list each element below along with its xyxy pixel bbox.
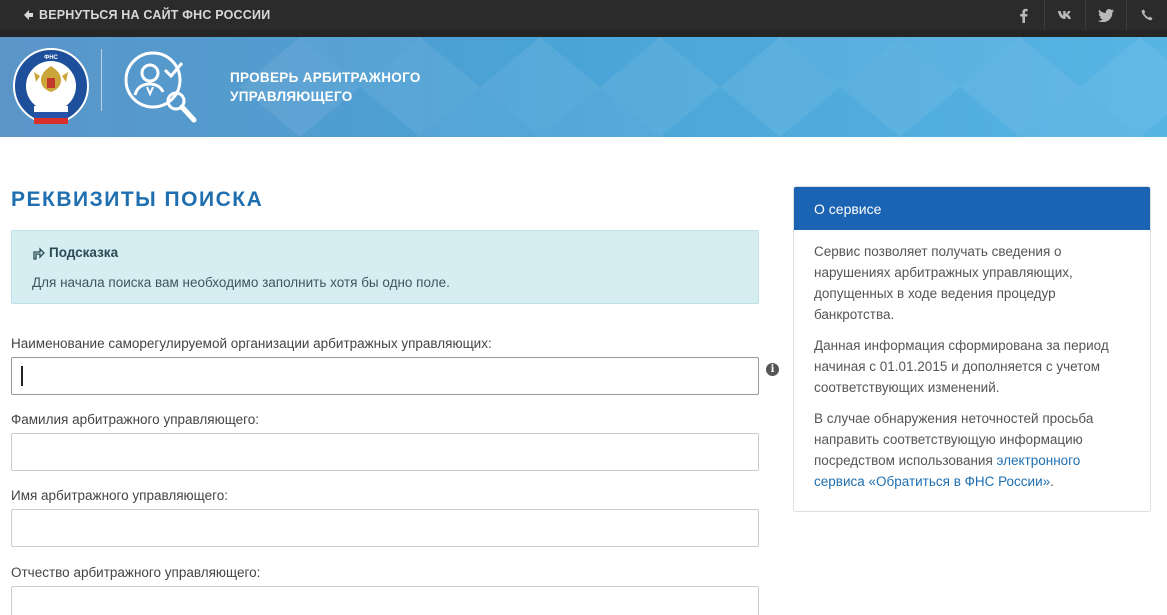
patronymic-label: Отчество арбитражного управляющего: [11, 565, 261, 580]
surname-label: Фамилия арбитражного управляющего: [11, 412, 260, 427]
arrow-left-icon [24, 10, 33, 20]
facebook-icon[interactable] [1003, 0, 1044, 30]
first-name-input[interactable] [11, 509, 759, 547]
topbar-strip [0, 30, 1167, 37]
about-paragraph-2: Данная информация сформирована за период… [814, 338, 1109, 395]
first-name-label: Имя арбитражного управляющего: [11, 488, 229, 503]
surname-input[interactable] [11, 433, 759, 471]
service-title: ПРОВЕРЬ АРБИТРАЖНОГО УПРАВЛЯЮЩЕГО [230, 68, 421, 106]
hint-text: Для начала поиска вам необходимо заполни… [32, 275, 450, 290]
twitter-icon[interactable] [1085, 0, 1126, 30]
hint-title-label: Подсказка [49, 245, 119, 260]
hint-title: Подсказка [32, 245, 118, 260]
svg-text:ФНС: ФНС [44, 55, 58, 61]
about-paragraph-3-end: . [1050, 474, 1054, 489]
phone-icon[interactable] [1126, 0, 1167, 30]
back-link-label: ВЕРНУТЬСЯ НА САЙТ ФНС РОССИИ [39, 8, 271, 22]
top-bar: ВЕРНУТЬСЯ НА САЙТ ФНС РОССИИ [0, 0, 1167, 37]
fns-emblem-icon: ФНС [13, 48, 89, 124]
info-icon[interactable]: i [766, 363, 779, 376]
about-service-panel: О сервисе Сервис позволяет получать свед… [793, 186, 1151, 512]
hint-box: Подсказка Для начала поиска вам необходи… [11, 230, 759, 304]
text-caret [21, 366, 23, 386]
about-paragraph-1: Сервис позволяет получать сведения о нар… [814, 244, 1073, 322]
sro-name-input[interactable] [11, 357, 759, 395]
page-title: РЕКВИЗИТЫ ПОИСКА [11, 188, 264, 211]
inspector-search-icon [124, 51, 197, 123]
header-divider [101, 49, 102, 111]
service-title-line1: ПРОВЕРЬ АРБИТРАЖНОГО [230, 70, 421, 85]
about-service-body: Сервис позволяет получать сведения о нар… [794, 230, 1150, 492]
vk-icon[interactable] [1044, 0, 1085, 30]
about-service-title: О сервисе [794, 187, 1150, 230]
patronymic-input[interactable] [11, 586, 759, 615]
about-paragraph-3: В случае обнаружения неточностей просьба… [814, 408, 1130, 492]
pointing-hand-icon [33, 246, 45, 260]
service-title-line2: УПРАВЛЯЮЩЕГО [230, 89, 353, 104]
sro-name-label: Наименование саморегулируемой организаци… [11, 336, 492, 351]
header-banner: ФНС ПРОВЕРЬ АРБИТРАЖНОГО УПРАВЛЯЮЩЕГО [0, 37, 1167, 137]
